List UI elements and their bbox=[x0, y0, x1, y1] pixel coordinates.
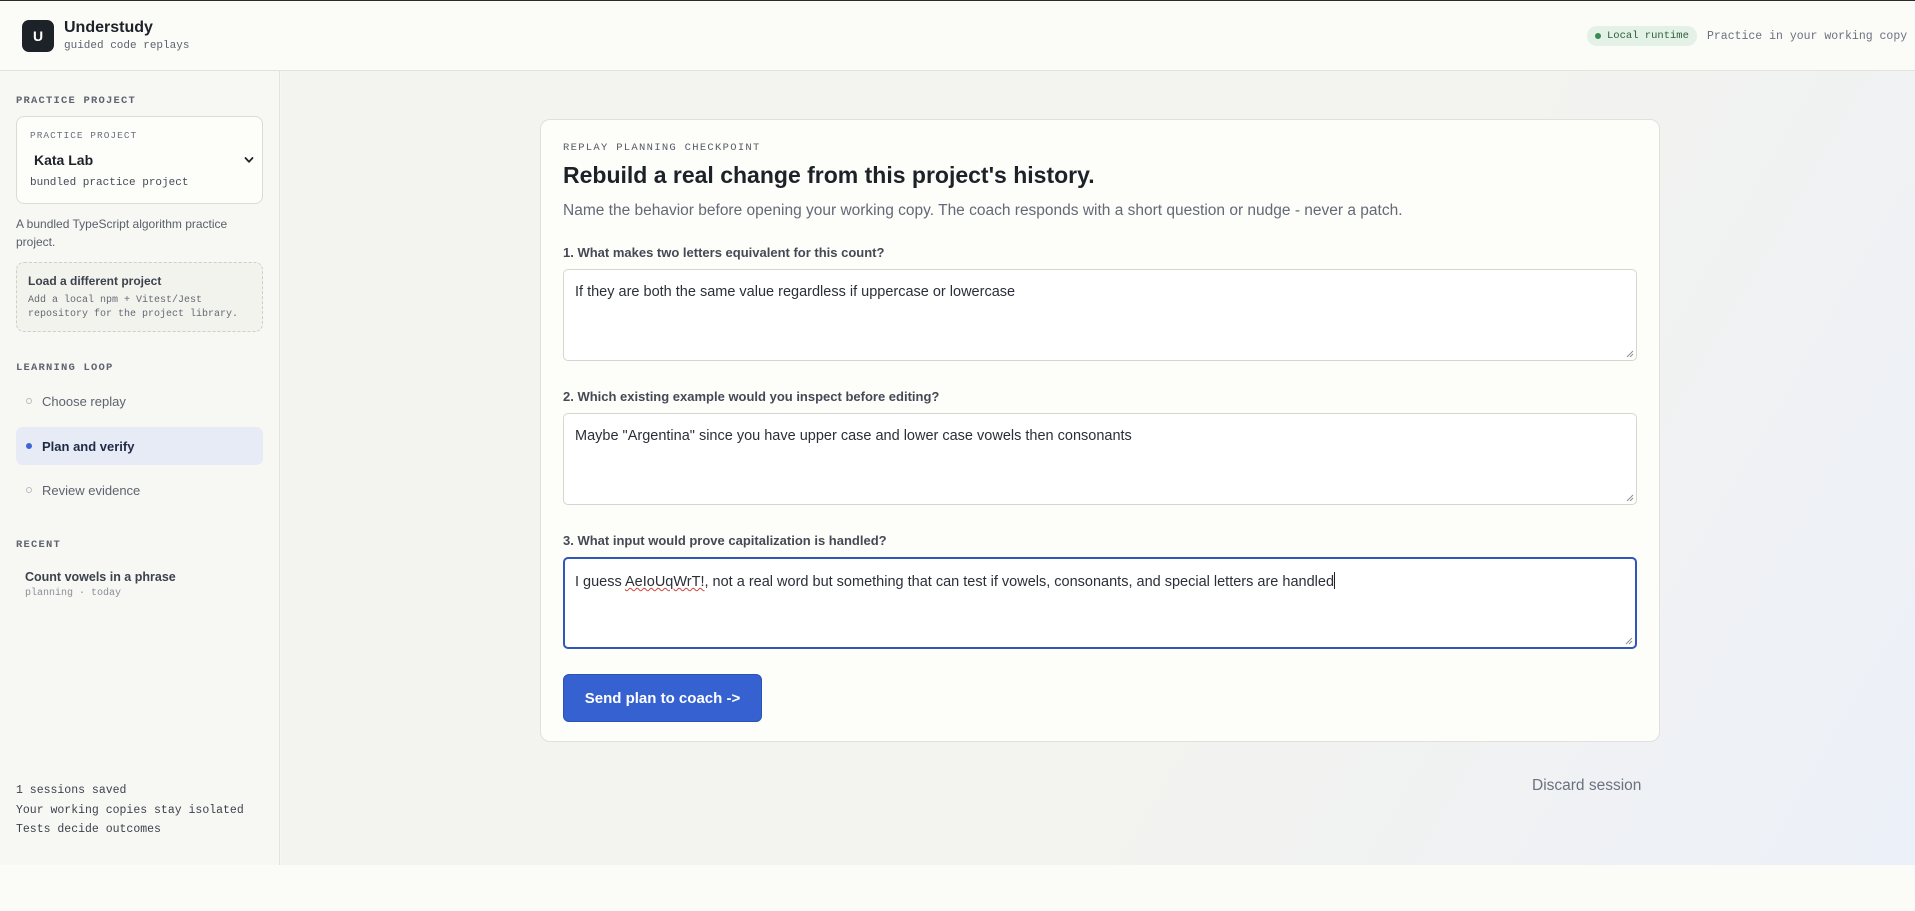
status-dot-icon bbox=[1595, 33, 1601, 39]
project-selector-label: PRACTICE PROJECT bbox=[30, 130, 138, 141]
page-title: Rebuild a real change from this project'… bbox=[563, 162, 1095, 188]
practice-project-heading: PRACTICE PROJECT bbox=[16, 95, 137, 107]
question-2-label: 2. Which existing example would you insp… bbox=[563, 389, 940, 404]
question-1-label: 1. What makes two letters equivalent for… bbox=[563, 245, 885, 260]
sidebar-footer: 1 sessions saved Your working copies sta… bbox=[16, 781, 244, 840]
resize-handle-icon[interactable] bbox=[1626, 350, 1634, 358]
chevron-down-icon bbox=[244, 157, 254, 163]
step-bullet-icon bbox=[26, 443, 32, 449]
step-bullet-icon bbox=[26, 398, 32, 404]
recent-heading: RECENT bbox=[16, 539, 62, 551]
app-tagline: guided code replays bbox=[64, 40, 190, 52]
load-project-button[interactable]: Load a different project Add a local npm… bbox=[16, 262, 263, 332]
load-project-subtitle: Add a local npm + Vitest/Jest repository… bbox=[28, 295, 239, 320]
question-1-answer-field[interactable]: If they are both the same value regardle… bbox=[563, 269, 1637, 361]
project-selector-subtitle: bundled practice project bbox=[30, 177, 189, 189]
load-project-title: Load a different project bbox=[28, 274, 162, 288]
runtime-badge-label: Local runtime bbox=[1607, 30, 1689, 42]
isolation-note: Your working copies stay isolated bbox=[16, 803, 244, 817]
app-header: U Understudy guided code replays Local r… bbox=[0, 0, 1915, 71]
recent-session-title: Count vowels in a phrase bbox=[25, 570, 176, 584]
project-selector[interactable]: PRACTICE PROJECT Kata Lab bundled practi… bbox=[16, 116, 263, 204]
answer-text-suffix: , not a real word but something that can… bbox=[704, 574, 1335, 590]
answer-text: Maybe "Argentina" since you have upper c… bbox=[575, 428, 1132, 444]
planning-checkpoint-card: REPLAY PLANNING CHECKPOINT Rebuild a rea… bbox=[540, 119, 1660, 742]
resize-handle-icon[interactable] bbox=[1626, 494, 1634, 502]
runtime-status-badge: Local runtime bbox=[1587, 26, 1697, 46]
answer-text: If they are both the same value regardle… bbox=[575, 284, 1016, 300]
nav-item-plan-and-verify[interactable]: Plan and verify bbox=[16, 427, 263, 465]
bottom-strip bbox=[0, 865, 1915, 911]
project-description: A bundled TypeScript algorithm practice … bbox=[16, 217, 228, 249]
question-3-label: 3. What input would prove capitalization… bbox=[563, 533, 887, 548]
recent-session-meta: planning · today bbox=[25, 588, 122, 599]
discard-session-link[interactable]: Discard session bbox=[1532, 777, 1641, 795]
sessions-count: 1 sessions saved bbox=[16, 784, 127, 797]
nav-item-review-evidence[interactable]: Review evidence bbox=[16, 471, 263, 509]
card-eyebrow: REPLAY PLANNING CHECKPOINT bbox=[563, 142, 761, 154]
nav-item-label: Plan and verify bbox=[42, 438, 135, 454]
question-3-answer-field[interactable]: I guess AeIoUqWrT!, not a real word but … bbox=[563, 557, 1637, 649]
resize-handle-icon[interactable] bbox=[1625, 637, 1633, 645]
step-bullet-icon bbox=[26, 487, 32, 493]
project-selector-value: Kata Lab bbox=[34, 152, 94, 168]
question-2-answer-field[interactable]: Maybe "Argentina" since you have upper c… bbox=[563, 413, 1637, 505]
tests-note: Tests decide outcomes bbox=[16, 823, 161, 836]
app-logo: U bbox=[22, 20, 54, 52]
nav-item-label: Review evidence bbox=[42, 482, 141, 498]
app-name: Understudy bbox=[64, 19, 153, 36]
answer-text-prefix: I guess bbox=[575, 574, 625, 590]
page-subtitle: Name the behavior before opening your wo… bbox=[563, 202, 1403, 219]
answer-text-spellcheck-flag: AeIoUqWrT! bbox=[624, 574, 705, 590]
nav-item-label: Choose replay bbox=[42, 393, 126, 409]
learning-loop-heading: LEARNING LOOP bbox=[16, 362, 114, 374]
nav-item-choose-replay[interactable]: Choose replay bbox=[16, 382, 263, 420]
send-plan-button[interactable]: Send plan to coach -> bbox=[563, 674, 762, 722]
sidebar: PRACTICE PROJECT PRACTICE PROJECT Kata L… bbox=[0, 71, 280, 865]
text-caret bbox=[1334, 572, 1336, 589]
header-context-text: Practice in your working copy bbox=[1707, 30, 1908, 43]
